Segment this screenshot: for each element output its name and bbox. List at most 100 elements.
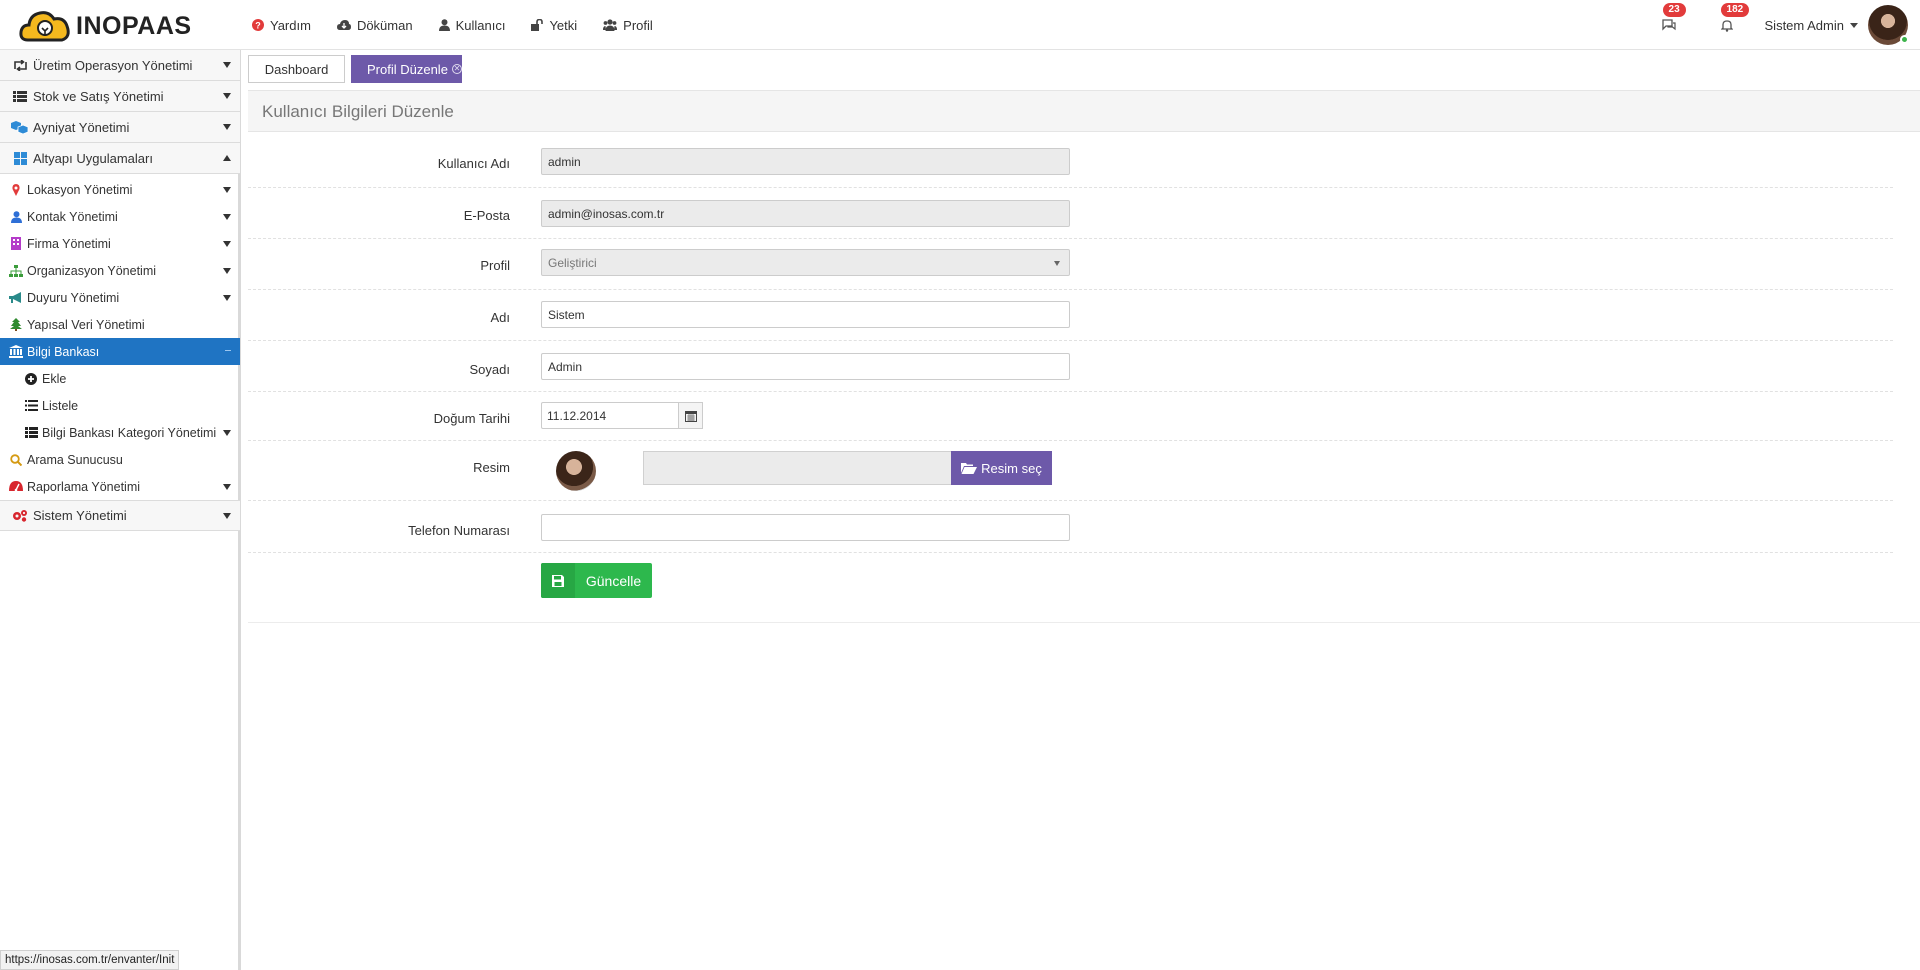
profile-picture xyxy=(556,451,596,491)
sidebar-item-structured-data[interactable]: Yapısal Veri Yönetimi xyxy=(0,311,240,338)
update-button-label: Güncelle xyxy=(585,572,642,589)
phone-input[interactable] xyxy=(541,514,1070,541)
surname-label: Soyadı xyxy=(469,362,510,377)
main-content: Dashboard Profil Düzenle ✕ Kullanıcı Bil… xyxy=(248,50,1920,970)
caret-down-icon xyxy=(223,186,231,193)
sidebar-item-stock-sales[interactable]: Stok ve Satış Yönetimi xyxy=(0,81,240,112)
sidebar-item-label: Altyapı Uygulamaları xyxy=(33,150,153,166)
notifications-badge: 182 xyxy=(1720,3,1750,17)
dashboard-icon xyxy=(9,481,23,492)
sidebar-item-location[interactable]: Lokasyon Yönetimi xyxy=(0,176,240,203)
birthdate-label: Doğum Tarihi xyxy=(433,411,510,426)
sidebar-item-label: Üretim Operasyon Yönetimi xyxy=(33,57,193,73)
messages-badge: 23 xyxy=(1662,3,1686,17)
app-name: INOPAAS xyxy=(76,11,192,40)
bell-icon xyxy=(1720,19,1733,32)
tab-dashboard-label: Dashboard xyxy=(264,61,329,77)
sidebar-item-list[interactable]: Listele xyxy=(0,392,240,419)
users-icon xyxy=(603,19,618,31)
sidebar-item-add[interactable]: Ekle xyxy=(0,365,240,392)
online-status-icon xyxy=(1900,35,1909,44)
caret-up-icon xyxy=(223,155,231,161)
user-menu[interactable]: Sistem Admin xyxy=(1765,18,1858,33)
sidebar-item-organization[interactable]: Organizasyon Yönetimi xyxy=(0,257,240,284)
sidebar-item-announcement[interactable]: Duyuru Yönetimi xyxy=(0,284,240,311)
caret-down-icon xyxy=(1054,261,1060,266)
sidebar-item-label: Listele xyxy=(42,398,79,413)
sidebar-item-system[interactable]: Sistem Yönetimi xyxy=(0,500,240,531)
sidebar-item-knowledge-base[interactable]: Bilgi Bankası xyxy=(0,338,240,365)
save-icon xyxy=(541,563,575,598)
caret-down-icon xyxy=(223,483,231,490)
update-button[interactable]: Güncelle xyxy=(541,563,652,598)
messages-button[interactable]: 23 xyxy=(1659,3,1686,35)
unlock-icon xyxy=(531,19,544,31)
sidebar-item-label: Ayniyat Yönetimi xyxy=(33,119,130,135)
topnav-help-label: Yardım xyxy=(270,17,311,33)
topnav-documents-label: Döküman xyxy=(356,17,413,33)
calendar-icon xyxy=(684,410,697,422)
form-row-name: Adı Sistem xyxy=(248,290,1893,341)
close-tab-icon[interactable]: ✕ xyxy=(451,64,462,74)
sitemap-icon xyxy=(9,264,23,277)
app-logo[interactable]: INOPAAS xyxy=(18,6,192,46)
top-nav: ? Yardım Döküman Kullanıcı Yetki Profil xyxy=(252,0,679,50)
sidebar-item-reporting[interactable]: Raporlama Yönetimi xyxy=(0,473,240,500)
caret-down-icon xyxy=(223,267,231,274)
topnav-permission[interactable]: Yetki xyxy=(531,18,577,33)
notifications-button[interactable]: 182 xyxy=(1717,3,1750,35)
user-avatar[interactable] xyxy=(1868,5,1909,45)
svg-text:?: ? xyxy=(255,21,261,31)
email-field: admin@inosas.com.tr xyxy=(541,200,1070,227)
sidebar-item-company[interactable]: Firma Yönetimi xyxy=(0,230,240,257)
tab-profile-edit[interactable]: Profil Düzenle ✕ xyxy=(351,55,462,83)
username-field: admin xyxy=(541,148,1070,175)
name-label: Adı xyxy=(490,310,510,325)
comments-icon xyxy=(1661,19,1676,31)
calendar-button[interactable] xyxy=(678,402,703,429)
form-row-phone: Telefon Numarası xyxy=(248,501,1893,553)
tab-dashboard[interactable]: Dashboard xyxy=(248,55,345,83)
sidebar-item-contact[interactable]: Kontak Yönetimi xyxy=(0,203,240,230)
form-row-profile: Profil Geliştirici xyxy=(248,239,1893,290)
sidebar-item-search-server[interactable]: Arama Sunucusu xyxy=(0,446,240,473)
surname-input[interactable]: Admin xyxy=(541,353,1070,380)
minus-icon xyxy=(225,350,231,351)
birthdate-input[interactable]: 11.12.2014 xyxy=(541,402,679,429)
caret-down-icon xyxy=(223,512,231,519)
sidebar-item-production[interactable]: Üretim Operasyon Yönetimi xyxy=(0,50,240,81)
profile-label: Profil xyxy=(480,258,510,273)
topnav-documents[interactable]: Döküman xyxy=(336,17,413,33)
topnav-user-label: Kullanıcı xyxy=(455,17,506,33)
top-right-area: 23 182 Sistem Admin xyxy=(1659,0,1920,50)
top-bar: INOPAAS ? Yardım Döküman Kullanıcı Yetki xyxy=(0,0,1920,50)
choose-picture-button[interactable]: Resim seç xyxy=(951,451,1052,485)
sidebar-item-label: Yapısal Veri Yönetimi xyxy=(27,317,145,332)
cubes-icon xyxy=(11,120,29,134)
profile-select-value: Geliştirici xyxy=(548,255,597,270)
form-row-email: E-Posta admin@inosas.com.tr xyxy=(248,188,1893,239)
form-row-surname: Soyadı Admin xyxy=(248,341,1893,392)
sidebar-item-inventory[interactable]: Ayniyat Yönetimi xyxy=(0,112,240,143)
topnav-profile[interactable]: Profil xyxy=(603,18,653,33)
sidebar: Üretim Operasyon Yönetimi Stok ve Satış … xyxy=(0,50,241,970)
panel-header: Kullanıcı Bilgileri Düzenle xyxy=(248,90,1920,132)
topnav-help[interactable]: ? Yardım xyxy=(252,18,311,33)
name-input[interactable]: Sistem xyxy=(541,301,1070,328)
caret-down-icon xyxy=(223,294,231,301)
picture-file-path[interactable] xyxy=(643,451,952,485)
sidebar-item-label: Lokasyon Yönetimi xyxy=(27,182,133,197)
sidebar-item-label: Arama Sunucusu xyxy=(27,452,123,467)
sidebar-item-kb-category[interactable]: Bilgi Bankası Kategori Yönetimi xyxy=(0,419,240,446)
username-label: Kullanıcı Adı xyxy=(437,156,510,171)
sidebar-item-infrastructure[interactable]: Altyapı Uygulamaları xyxy=(0,143,240,174)
cloud-download-icon xyxy=(336,19,351,31)
profile-select[interactable]: Geliştirici xyxy=(541,249,1070,276)
form-row-username: Kullanıcı Adı admin xyxy=(248,142,1893,188)
topnav-user[interactable]: Kullanıcı xyxy=(438,17,506,33)
phone-label: Telefon Numarası xyxy=(408,523,510,538)
list-icon xyxy=(11,90,29,102)
sidebar-item-label: Raporlama Yönetimi xyxy=(27,479,141,494)
retweet-icon xyxy=(11,59,29,71)
choose-picture-label: Resim seç xyxy=(981,460,1042,476)
